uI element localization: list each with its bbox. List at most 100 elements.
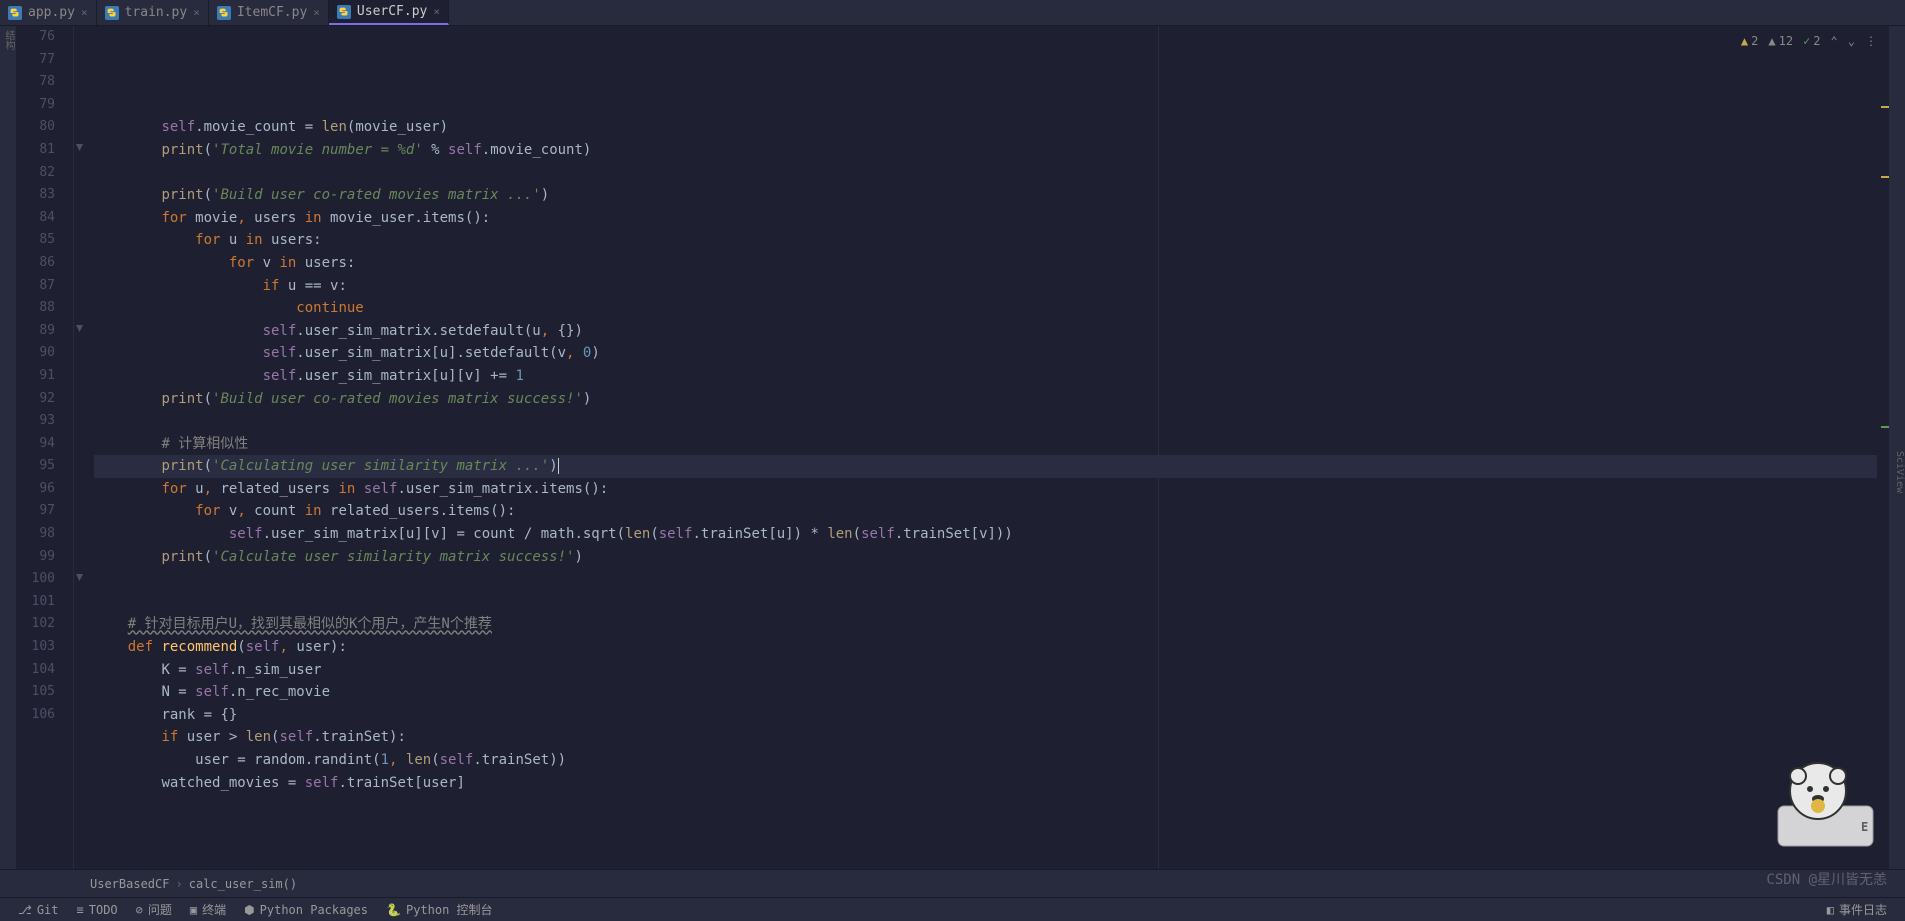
line-gutter[interactable]: 7677787980818283848586878889909192939495…	[16, 26, 74, 869]
code-line[interactable]: for v, count in related_users.items():	[94, 500, 1889, 523]
code-line[interactable]: print('Build user co-rated movies matrix…	[94, 388, 1889, 411]
git-tool[interactable]: ⎇ Git	[18, 903, 59, 917]
code-line[interactable]: self.user_sim_matrix[u].setdefault(v, 0)	[94, 342, 1889, 365]
python-file-icon	[8, 6, 22, 20]
line-number[interactable]: 99	[16, 546, 55, 569]
code-line[interactable]: for movie, users in movie_user.items():	[94, 207, 1889, 230]
line-number[interactable]: 94	[16, 433, 55, 456]
line-number[interactable]: 95	[16, 455, 55, 478]
code-line[interactable]	[94, 568, 1889, 591]
code-line[interactable]: self.movie_count = len(movie_user)	[94, 116, 1889, 139]
error-stripe[interactable]	[1877, 26, 1889, 869]
stripe-mark[interactable]	[1881, 426, 1889, 428]
close-icon[interactable]: ×	[81, 6, 88, 19]
code-line[interactable]: continue	[94, 297, 1889, 320]
line-number[interactable]: 104	[16, 659, 55, 682]
code-line[interactable]: N = self.n_rec_movie	[94, 681, 1889, 704]
breadcrumb-class[interactable]: UserBasedCF	[90, 877, 169, 891]
code-line[interactable]	[94, 94, 1889, 117]
line-number[interactable]: 84	[16, 207, 55, 230]
line-number[interactable]: 101	[16, 591, 55, 614]
mascot-overlay: E	[1768, 751, 1883, 851]
terminal-tool[interactable]: ▣ 终端	[190, 901, 226, 918]
code-line[interactable]: print('Calculating user similarity matri…	[94, 455, 1889, 478]
stripe-mark[interactable]	[1881, 106, 1889, 108]
line-number[interactable]: 93	[16, 410, 55, 433]
line-number[interactable]: 90	[16, 342, 55, 365]
line-number[interactable]: 98	[16, 523, 55, 546]
code-line[interactable]: self.user_sim_matrix.setdefault(u, {})	[94, 320, 1889, 343]
code-line[interactable]: # 计算相似性	[94, 433, 1889, 456]
fold-icon[interactable]	[76, 325, 83, 332]
code-line[interactable]: for u in users:	[94, 229, 1889, 252]
code-line[interactable]: if user > len(self.trainSet):	[94, 726, 1889, 749]
line-number[interactable]: 88	[16, 297, 55, 320]
code-line[interactable]: K = self.n_sim_user	[94, 659, 1889, 682]
watermark: CSDN @星川皆无恙	[1766, 869, 1887, 889]
code-line[interactable]: # 针对目标用户U，找到其最相似的K个用户，产生N个推荐	[94, 613, 1889, 636]
line-number[interactable]: 78	[16, 71, 55, 94]
code-line[interactable]: if u == v:	[94, 275, 1889, 298]
close-icon[interactable]: ×	[193, 6, 200, 19]
tab-label: app.py	[28, 5, 75, 20]
line-number[interactable]: 83	[16, 184, 55, 207]
code-line[interactable]	[94, 162, 1889, 185]
line-number[interactable]: 82	[16, 162, 55, 185]
tab-train-py[interactable]: train.py ×	[97, 0, 209, 25]
breadcrumb[interactable]: UserBasedCF › calc_user_sim()	[0, 869, 1905, 897]
line-number[interactable]: 89	[16, 320, 55, 343]
line-number[interactable]: 106	[16, 704, 55, 727]
code-line[interactable]: rank = {}	[94, 704, 1889, 727]
left-tool-stripe[interactable]: 结构	[0, 26, 16, 869]
line-number[interactable]: 97	[16, 500, 55, 523]
line-number[interactable]: 87	[16, 275, 55, 298]
line-number[interactable]: 81	[16, 139, 55, 162]
code-line[interactable]: for u, related_users in self.user_sim_ma…	[94, 478, 1889, 501]
line-number[interactable]: 91	[16, 365, 55, 388]
tab-UserCF-py[interactable]: UserCF.py×	[329, 0, 449, 25]
code-line[interactable]: watched_movies = self.trainSet[user]	[94, 772, 1889, 795]
close-icon[interactable]: ×	[313, 6, 320, 19]
line-number[interactable]: 86	[16, 252, 55, 275]
code-line[interactable]: def recommend(self, user):	[94, 636, 1889, 659]
line-number[interactable]: 85	[16, 229, 55, 252]
tab-ItemCF-py[interactable]: ItemCF.py×	[209, 0, 329, 25]
line-number[interactable]: 100	[16, 568, 55, 591]
code-line[interactable]: for v in users:	[94, 252, 1889, 275]
stripe-mark[interactable]	[1881, 176, 1889, 178]
code-area[interactable]: self.movie_count = len(movie_user) print…	[84, 26, 1889, 869]
tab-app-py[interactable]: app.py ×	[0, 0, 97, 25]
line-number[interactable]: 92	[16, 388, 55, 411]
breadcrumb-method[interactable]: calc_user_sim()	[189, 877, 297, 891]
todo-tool[interactable]: ≡ TODO	[77, 903, 118, 917]
line-number[interactable]: 79	[16, 94, 55, 117]
line-number[interactable]: 102	[16, 613, 55, 636]
line-number[interactable]: 96	[16, 478, 55, 501]
console-tool[interactable]: 🐍 Python 控制台	[386, 901, 493, 918]
line-number[interactable]: 105	[16, 681, 55, 704]
line-number[interactable]: 80	[16, 116, 55, 139]
code-line[interactable]: print('Build user co-rated movies matrix…	[94, 184, 1889, 207]
line-number[interactable]: 103	[16, 636, 55, 659]
code-line[interactable]: self.user_sim_matrix[u][v] += 1	[94, 365, 1889, 388]
fold-icon[interactable]	[76, 144, 83, 151]
packages-tool[interactable]: ⬢ Python Packages	[244, 903, 368, 917]
python-file-icon	[105, 6, 119, 20]
close-icon[interactable]: ×	[433, 5, 440, 18]
code-line[interactable]: self.user_sim_matrix[u][v] = count / mat…	[94, 523, 1889, 546]
problems-tool[interactable]: ⊘ 问题	[136, 901, 172, 918]
status-bar: ⎇ Git ≡ TODO ⊘ 问题 ▣ 终端 ⬢ Python Packages…	[0, 897, 1905, 921]
code-line[interactable]	[94, 410, 1889, 433]
event-log-tool[interactable]: ◧ 事件日志	[1827, 901, 1887, 918]
fold-icon[interactable]	[76, 574, 83, 581]
line-number[interactable]: 77	[16, 49, 55, 72]
right-tool-stripe[interactable]: SciView	[1889, 26, 1905, 869]
code-line[interactable]	[94, 591, 1889, 614]
code-line[interactable]: print('Total movie number = %d' % self.m…	[94, 139, 1889, 162]
breadcrumb-sep: ›	[175, 877, 182, 891]
tab-label: train.py	[125, 5, 188, 20]
code-line[interactable]: print('Calculate user similarity matrix …	[94, 546, 1889, 569]
line-number[interactable]: 76	[16, 26, 55, 49]
code-line[interactable]: user = random.randint(1, len(self.trainS…	[94, 749, 1889, 772]
fold-column[interactable]	[74, 26, 84, 869]
